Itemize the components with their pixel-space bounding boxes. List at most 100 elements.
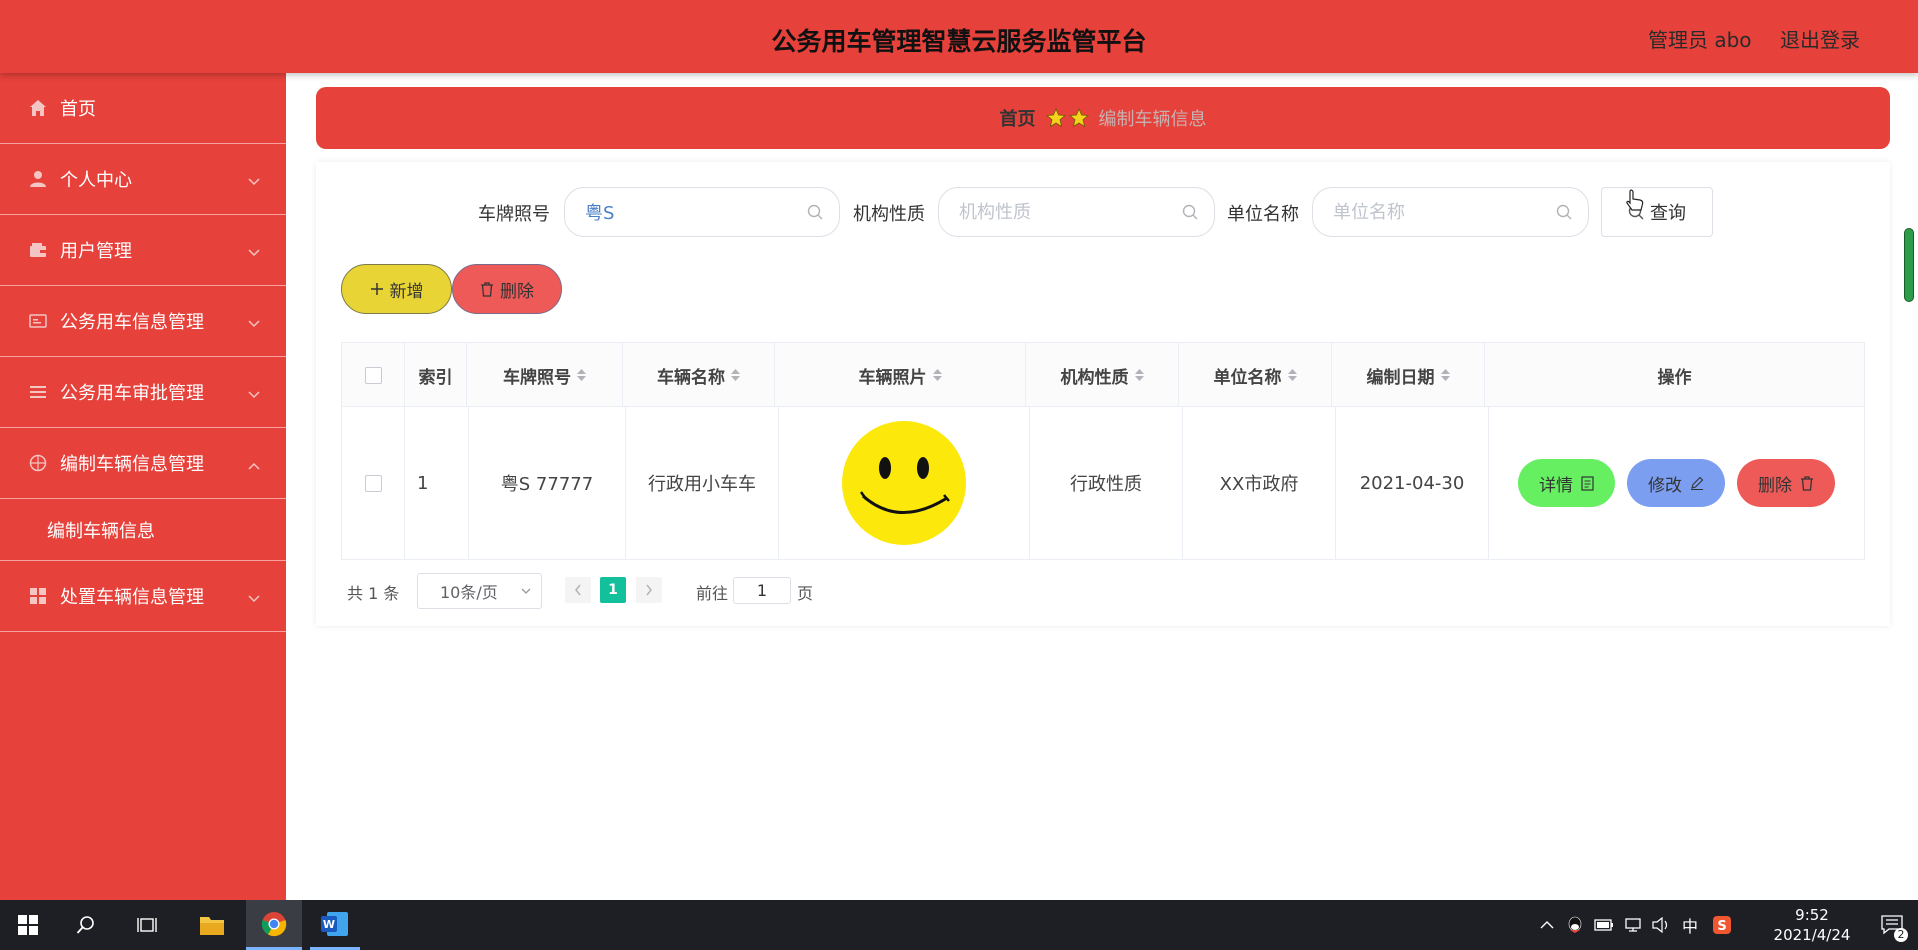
network-icon[interactable] [1624,917,1642,933]
chrome-taskbar-button[interactable] [246,900,302,950]
sidebar-item-staffed-vehicle[interactable]: 编制车辆信息管理 [0,428,286,499]
sidebar-item-label: 编制车辆信息管理 [60,454,204,475]
delete-button-label: 删除 [500,281,534,302]
plate-search-field[interactable] [564,187,840,237]
org-input[interactable] [959,201,1159,223]
svg-text:S: S [1717,919,1726,934]
qq-icon[interactable] [1566,915,1584,935]
sort-icon[interactable] [1287,369,1297,381]
chevron-down-icon [248,242,260,261]
detail-button-label: 详情 [1539,475,1573,496]
sidebar-item-personal-center[interactable]: 个人中心 [0,144,286,215]
target-icon [28,453,48,473]
sidebar-item-home[interactable]: 首页 [0,73,286,144]
vehicle-photo[interactable] [841,420,967,546]
notification-count: 2 [1894,928,1908,942]
sidebar-item-label: 首页 [60,99,96,120]
row-delete-button-label: 删除 [1758,475,1792,496]
sidebar-item-label: 公务用车信息管理 [60,312,204,333]
page-number-current[interactable]: 1 [600,577,626,603]
goto-label: 前往 [696,584,729,603]
sidebar-item-user-management[interactable]: 用户管理 [0,215,286,286]
add-button[interactable]: 新增 [341,264,452,314]
column-header-date[interactable]: 编制日期 [1332,343,1485,407]
table-row: 1 粤S 77777 行政用小车车 行政性质 XX市政府 2021-04-30 … [342,407,1864,559]
chevron-up-icon[interactable] [1540,920,1554,930]
sidebar-item-vehicle-approval[interactable]: 公务用车审批管理 [0,357,286,428]
breadcrumb-home[interactable]: 首页 [1000,105,1036,131]
row-delete-button[interactable]: 删除 [1737,459,1835,507]
windows-taskbar: W 中 S 9:52 2021/4/24 2 [0,900,1918,950]
column-header-vehicle-name[interactable]: 车辆名称 [623,343,775,407]
column-header-org-type[interactable]: 机构性质 [1026,343,1179,407]
volume-icon[interactable] [1652,917,1670,933]
system-tray: 中 S [1540,900,1732,950]
query-button-label: 查询 [1650,203,1686,224]
prev-page-button[interactable] [565,577,591,603]
row-index: 1 [405,407,469,559]
taskbar-search-button[interactable] [66,900,106,950]
chevron-down-icon [248,171,260,190]
search-icon [807,204,823,225]
breadcrumb-separator [1045,108,1089,128]
row-vehicle-name: 行政用小车车 [626,407,779,559]
column-header-actions: 操作 [1657,367,1692,388]
action-center-button[interactable]: 2 [1872,900,1912,950]
row-photo-cell [779,407,1030,559]
sort-icon[interactable] [932,369,942,381]
sidebar-item-label: 用户管理 [60,241,132,262]
sort-icon[interactable] [1134,369,1144,381]
sidebar-item-label: 公务用车审批管理 [60,383,204,404]
ime-indicator[interactable]: 中 [1682,913,1698,937]
unit-search-field[interactable] [1312,187,1589,237]
sidebar-item-vehicle-info[interactable]: 公务用车信息管理 [0,286,286,357]
sort-icon[interactable] [577,369,586,381]
org-search-field[interactable] [938,187,1215,237]
query-button[interactable]: 查询 [1601,187,1713,237]
taskbar-clock[interactable]: 9:52 2021/4/24 [1762,905,1862,945]
svg-text:W: W [323,918,335,931]
plate-input[interactable] [585,201,785,223]
column-header-photo[interactable]: 车辆照片 [775,343,1026,407]
chevron-down-icon [248,384,260,403]
sidebar-subitem-staffed-vehicle-info[interactable]: 编制车辆信息 [0,499,286,561]
search-icon [1556,204,1572,225]
page-scrollbar[interactable] [1904,228,1914,302]
row-date: 2021-04-30 [1336,407,1489,559]
windows-start-button[interactable] [8,900,48,950]
chrome-icon [261,911,287,936]
detail-button[interactable]: 详情 [1518,459,1615,507]
select-all-checkbox[interactable] [364,366,382,384]
battery-icon[interactable] [1594,918,1614,932]
sogou-ime-icon[interactable]: S [1712,915,1732,935]
goto-page-input[interactable]: 1 [733,577,791,604]
column-header-plate[interactable]: 车牌照号 [467,343,623,407]
edit-button[interactable]: 修改 [1627,459,1725,507]
batch-delete-button[interactable]: 删除 [452,264,562,314]
column-header-unit-name[interactable]: 单位名称 [1179,343,1332,407]
sidebar-item-label: 个人中心 [60,170,132,191]
sort-icon[interactable] [1440,369,1450,381]
add-button-label: 新增 [389,281,424,302]
plate-label: 车牌照号 [478,204,550,225]
row-checkbox[interactable] [364,474,382,492]
row-unit-name: XX市政府 [1183,407,1336,559]
word-taskbar-button[interactable]: W [310,900,360,950]
row-actions: 详情 修改 删除 [1489,407,1864,559]
sidebar-item-label: 处置车辆信息管理 [60,587,204,608]
pencil-icon [1691,476,1704,490]
table-header: 索引 车牌照号 车辆名称 车辆照片 机构性质 单位名称 编制日期 操作 [342,343,1864,407]
unit-input[interactable] [1333,201,1533,223]
sort-icon[interactable] [731,369,740,381]
task-view-button[interactable] [128,900,168,950]
file-explorer-button[interactable] [192,900,232,950]
clock-time: 9:52 [1795,906,1829,924]
page-size-select[interactable]: 10条/页 [417,573,542,609]
logout-link[interactable]: 退出登录 [1780,24,1860,53]
word-icon: W [321,911,348,936]
card-icon [28,311,48,331]
org-label: 机构性质 [853,204,925,225]
next-page-button[interactable] [636,577,662,603]
sidebar-item-disposed-vehicle[interactable]: 处置车辆信息管理 [0,561,286,632]
trash-icon [481,281,493,297]
